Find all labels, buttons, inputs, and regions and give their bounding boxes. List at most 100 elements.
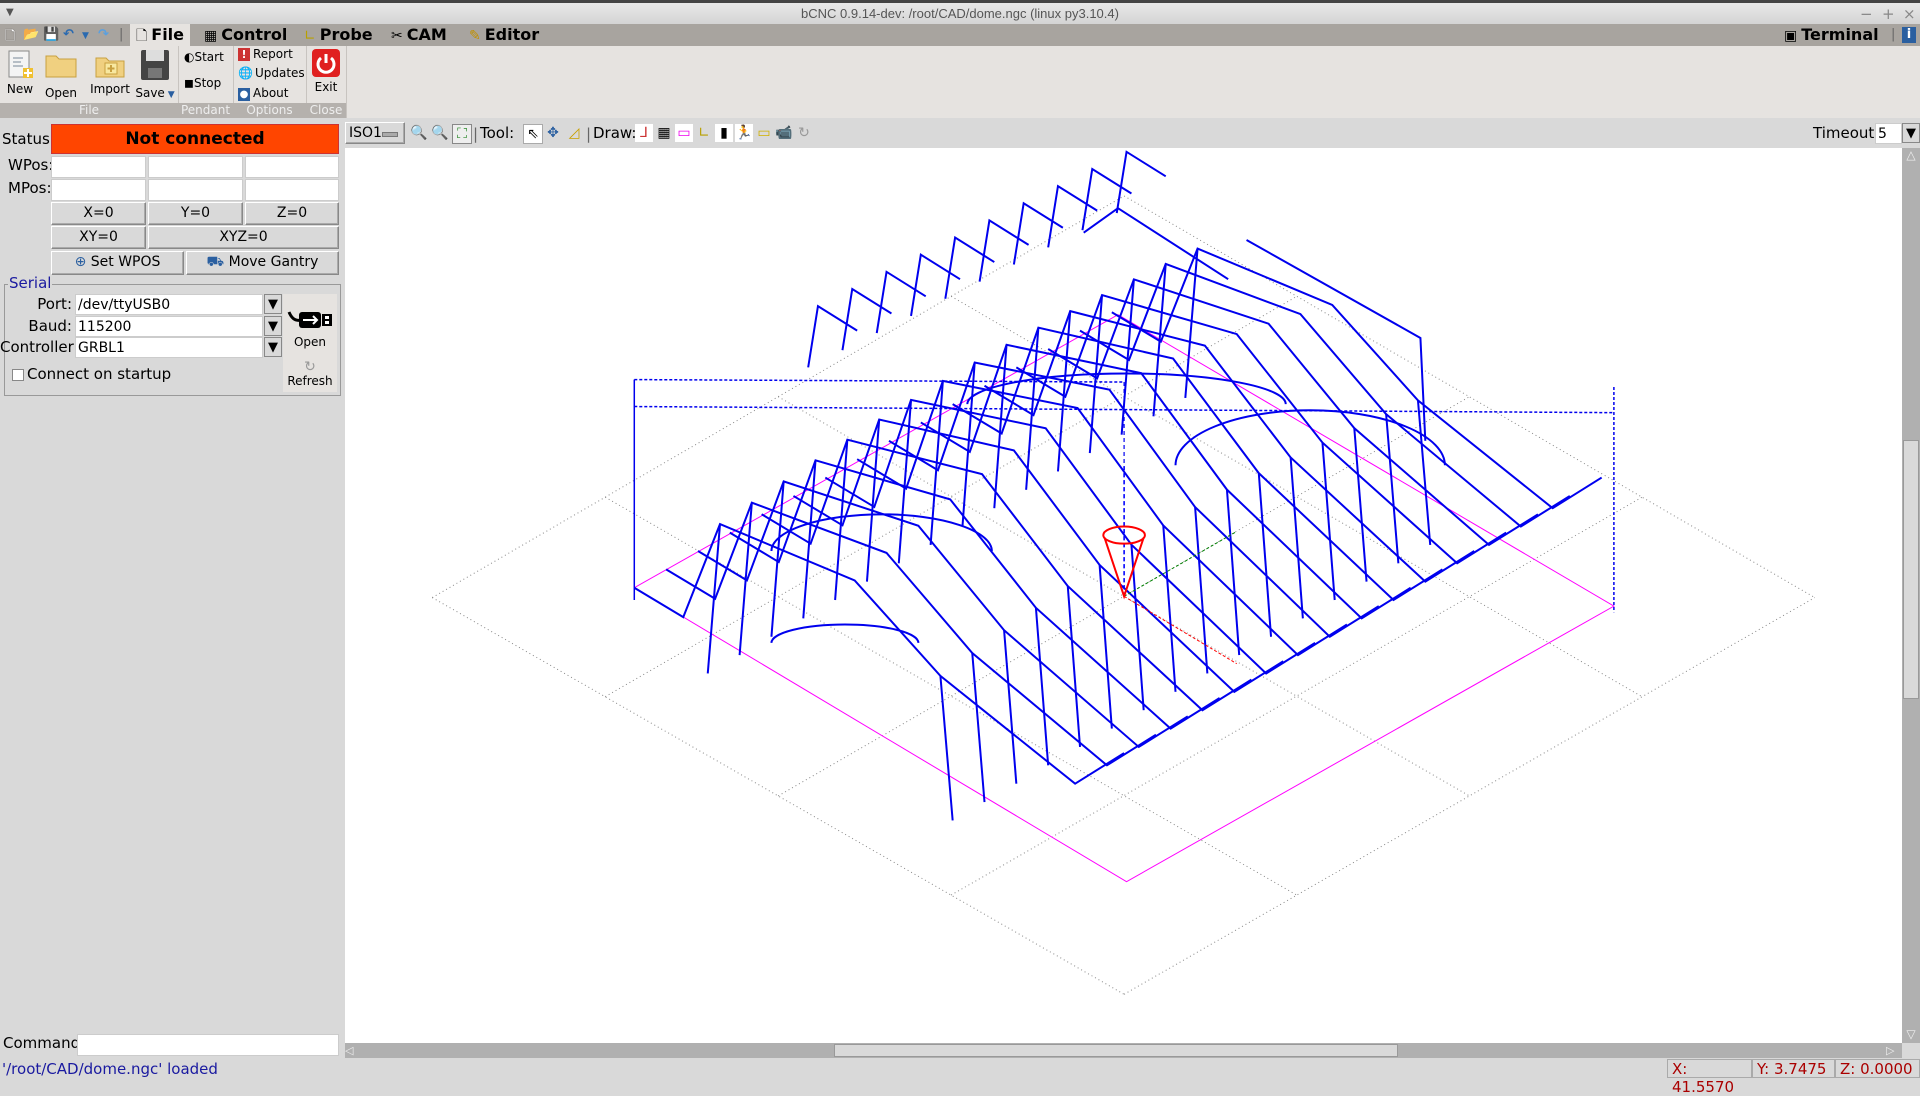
zero-y-button[interactable]: Y=0 — [148, 202, 243, 225]
control-panel: Status: Not connected WPos: MPos: X=0 Y=… — [0, 118, 343, 1056]
scroll-up-arrow[interactable]: △ — [1903, 148, 1919, 164]
minimize-button[interactable]: − — [1860, 5, 1873, 23]
mpos-y-value — [148, 179, 243, 201]
camera-icon[interactable]: 📹 — [775, 124, 793, 142]
zoom-in-icon[interactable]: 🔍 — [410, 124, 428, 142]
port-dropdown-button[interactable]: ▼ — [264, 294, 282, 314]
toolpath-pass — [1079, 262, 1571, 528]
refresh-button[interactable]: ↻ Refresh — [283, 360, 337, 388]
gcode-canvas[interactable] — [345, 148, 1902, 1043]
zoom-fit-icon[interactable]: ⛶ — [452, 124, 472, 144]
control-icon: ▦ — [204, 28, 218, 44]
window-title: bCNC 0.9.14-dev: /root/CAD/dome.ngc (lin… — [801, 6, 1119, 21]
file-icon: 🗋 — [136, 28, 148, 44]
move-gantry-button[interactable]: ⛟ Move Gantry — [186, 251, 339, 275]
refresh-icon: ↻ — [304, 359, 316, 375]
canvas-toolbar: ISO1 🔍 🔍 ⛶ | Tool: ⇖ ✥ ◿ | Draw: ⅃ ▦ ▭ ∟… — [345, 118, 1920, 148]
connect-on-startup-checkbox[interactable] — [12, 369, 24, 381]
bbox-line — [634, 378, 1125, 383]
baud-dropdown-button[interactable]: ▼ — [264, 316, 282, 336]
exit-button[interactable]: Exit — [310, 48, 342, 94]
redo-icon[interactable]: ↷ — [98, 27, 109, 42]
redraw-icon[interactable]: ↻ — [795, 124, 813, 142]
zero-x-button[interactable]: X=0 — [51, 202, 146, 225]
zoom-out-icon[interactable]: 🔍 — [431, 124, 449, 142]
tab-terminal[interactable]: ▣ Terminal — [1778, 24, 1885, 46]
toolpath-plunge — [1056, 311, 1072, 472]
toolpath-plunge — [1321, 442, 1336, 601]
probe-draw-icon[interactable]: ▮ — [715, 124, 733, 142]
scroll-right-arrow[interactable]: ▷ — [1886, 1043, 1902, 1058]
group-label-options: Options — [233, 103, 306, 118]
ribbon-group-file: New Open ▼ Import Save ▼ File — [0, 46, 179, 118]
toolpath-fin — [1047, 184, 1098, 248]
open-button[interactable]: Open ▼ — [42, 48, 80, 114]
vertical-scrollbar[interactable]: △ ▽ — [1902, 148, 1920, 1043]
group-label-close: Close — [306, 103, 346, 118]
import-button[interactable]: Import — [90, 48, 130, 96]
port-label: Port: — [37, 295, 72, 313]
zero-xyz-button[interactable]: XYZ=0 — [148, 226, 339, 249]
serial-legend: Serial — [8, 274, 53, 292]
tab-file[interactable]: 🗋 File — [130, 24, 191, 46]
grid-icon[interactable]: ▦ — [655, 124, 673, 142]
maximize-button[interactable]: + — [1882, 5, 1895, 23]
tool-label: Tool: — [480, 124, 515, 142]
save-icon[interactable]: 💾 — [43, 27, 59, 42]
cam-icon: ✂ — [391, 28, 403, 44]
select-icon[interactable]: ⇖ — [523, 124, 543, 144]
undo-icon[interactable]: ↶ — [63, 27, 74, 42]
workarea-icon[interactable]: ∟ — [695, 124, 713, 142]
timeout-dropdown-button[interactable]: ▼ — [1902, 123, 1920, 143]
gantry-icon: ⛟ — [206, 254, 225, 270]
zero-xy-button[interactable]: XY=0 — [51, 226, 146, 249]
ruler-icon[interactable]: ◿ — [565, 124, 583, 142]
about-button[interactable]: ● About — [238, 86, 288, 101]
scroll-left-arrow[interactable]: ◁ — [345, 1043, 361, 1058]
pendant-stop-button[interactable]: ◼Stop — [184, 76, 221, 90]
rapid-icon[interactable]: 🏃 — [735, 124, 753, 142]
set-wpos-button[interactable]: ⊕ Set WPOS — [51, 251, 184, 275]
report-button[interactable]: ! Report — [238, 47, 293, 61]
pan-icon[interactable]: ✥ — [544, 124, 562, 142]
margins-icon[interactable]: ▭ — [675, 124, 693, 142]
axes-icon[interactable]: ⅃ — [635, 124, 653, 142]
tab-probe[interactable]: ∟ Probe — [298, 24, 379, 46]
close-window-button[interactable]: × — [1903, 5, 1916, 23]
view-selector[interactable]: ISO1 — [345, 122, 405, 144]
baud-input[interactable]: 115200 — [75, 316, 263, 337]
new-button[interactable]: New — [4, 48, 36, 96]
updates-button[interactable]: 🌐 Updates — [238, 66, 305, 80]
toolpath-fin — [807, 304, 858, 368]
command-label: Command: — [3, 1034, 86, 1052]
tab-bar: 🗋 📂 💾 ↶ ▼ ↷ | 🗋 File ▦ Control ∟ Probe ✂ CAM… — [0, 24, 1920, 46]
tab-cam[interactable]: ✂ CAM — [385, 24, 453, 46]
save-button[interactable]: Save ▼ — [134, 48, 176, 100]
tab-editor[interactable]: ✎ Editor — [463, 24, 545, 46]
pendant-start-button[interactable]: ◐Start — [184, 50, 224, 64]
horizontal-scroll-thumb[interactable] — [833, 1044, 1398, 1057]
port-input[interactable]: /dev/ttyUSB0 — [75, 294, 263, 315]
timeout-input[interactable]: 5 — [1875, 123, 1902, 144]
mpos-z-value — [245, 179, 339, 201]
toolpath-plunge — [1353, 428, 1368, 582]
vertical-scroll-thumb[interactable] — [1903, 440, 1919, 700]
info-icon[interactable]: i — [1902, 27, 1916, 43]
cursor-x: X: 41.5570 — [1667, 1059, 1752, 1096]
undo-dropdown-icon[interactable]: ▼ — [82, 31, 89, 41]
command-input[interactable] — [77, 1034, 339, 1056]
draw-label: Draw: — [593, 124, 637, 142]
scroll-down-arrow[interactable]: ▽ — [1903, 1027, 1919, 1043]
paths-icon[interactable]: ▭ — [755, 124, 773, 142]
toolpath-view[interactable] — [345, 148, 1902, 1043]
ribbon-group-options: ! Report 🌐 Updates ● About Options — [233, 46, 307, 118]
toolpath-pass — [824, 398, 1316, 675]
controller-input[interactable]: GRBL1 — [75, 337, 263, 358]
wpos-x-value — [51, 156, 146, 178]
open-file-icon[interactable]: 📂 — [23, 27, 39, 42]
zero-z-button[interactable]: Z=0 — [245, 202, 339, 225]
horizontal-scrollbar[interactable]: ◁ ▷ — [345, 1043, 1902, 1058]
controller-dropdown-button[interactable]: ▼ — [264, 337, 282, 357]
tab-control[interactable]: ▦ Control — [198, 24, 293, 46]
mpos-x-value — [51, 179, 146, 201]
